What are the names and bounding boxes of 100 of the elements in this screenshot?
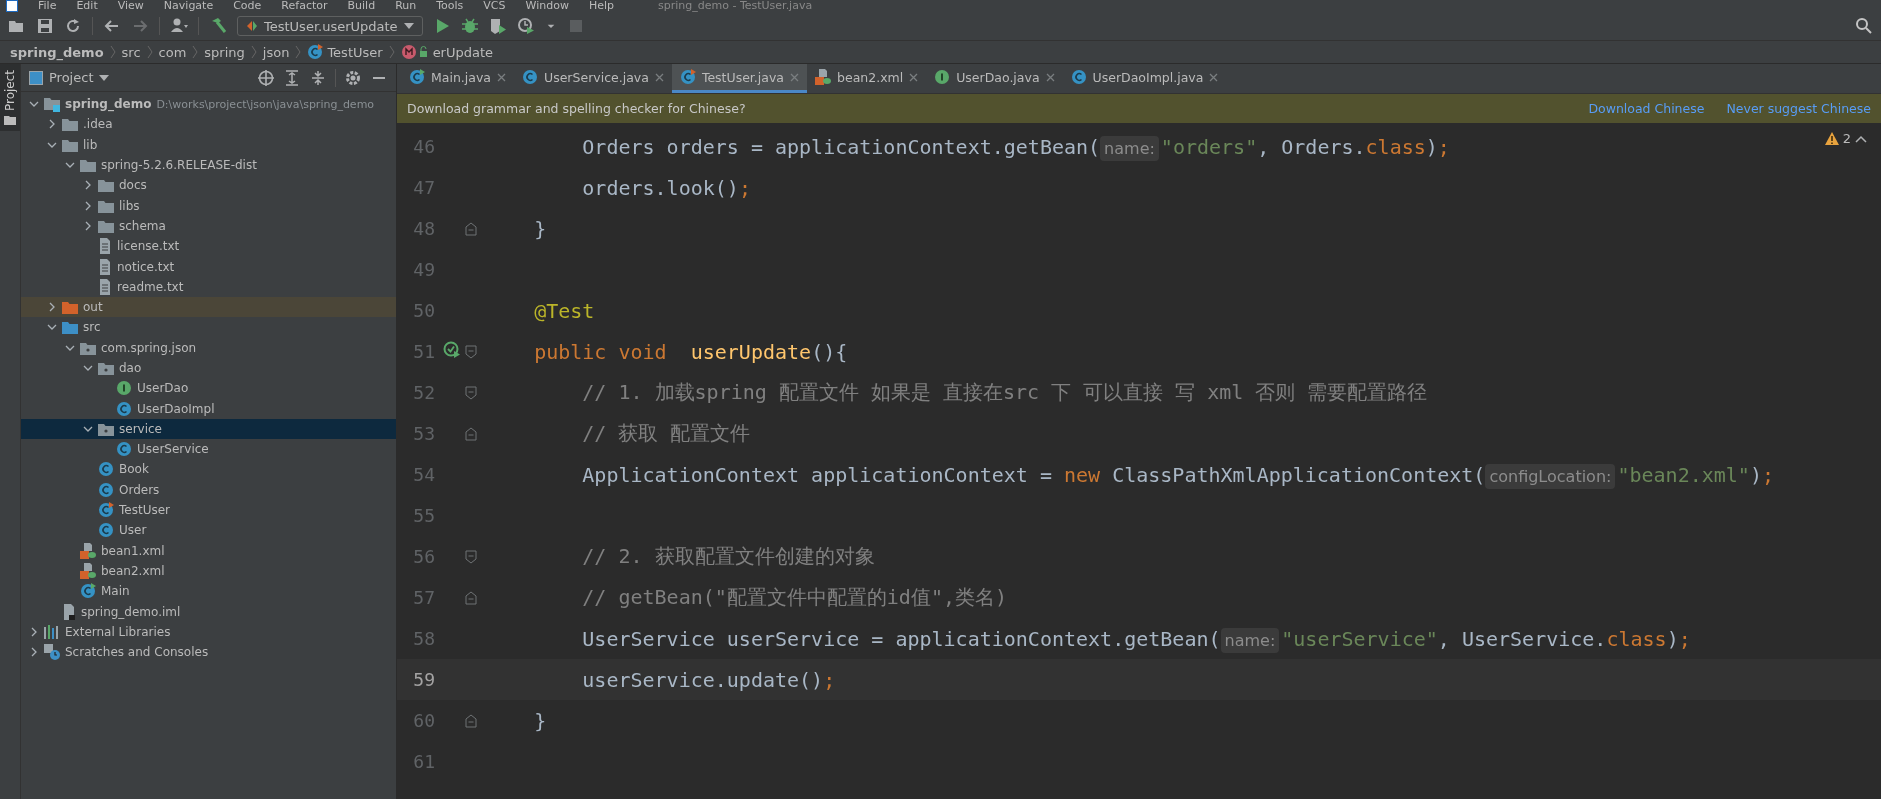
tree-item[interactable]: Orders — [21, 479, 396, 500]
settings-icon[interactable] — [344, 68, 362, 87]
tree-item[interactable]: spring-5.2.6.RELEASE-dist — [21, 154, 396, 176]
warning-count[interactable]: 2 — [1842, 131, 1851, 146]
close-icon[interactable] — [1045, 72, 1055, 82]
tree-item[interactable]: UserDaoImpl — [21, 398, 396, 419]
collapse-all-icon[interactable] — [309, 68, 327, 87]
caret-up-icon[interactable] — [1855, 134, 1867, 143]
breadcrumb[interactable]: TestUser — [307, 44, 383, 60]
tree-item[interactable]: lib — [21, 134, 396, 155]
expand-all-icon[interactable] — [283, 68, 301, 87]
breadcrumb[interactable]: spring — [204, 44, 245, 60]
tree-item[interactable]: bean1.xml — [21, 540, 396, 561]
close-icon[interactable] — [654, 72, 664, 82]
tree-item[interactable]: spring_demo D:\works\project\json\java\spring_demo — [21, 94, 396, 115]
fold-marker-icon[interactable] — [465, 385, 477, 400]
close-icon[interactable] — [1209, 72, 1219, 82]
save-icon[interactable] — [36, 17, 54, 35]
tree-item[interactable]: src — [21, 317, 396, 338]
editor-tab[interactable]: Main.java — [401, 64, 514, 93]
tree-item[interactable]: license.txt — [21, 236, 396, 257]
fold-marker-icon[interactable] — [465, 549, 477, 564]
tree-item[interactable]: UserDao — [21, 378, 396, 399]
chevron-right-icon[interactable] — [83, 220, 93, 231]
chevron-right-icon[interactable] — [47, 302, 57, 313]
close-icon[interactable] — [909, 72, 919, 82]
fold-marker-icon[interactable] — [465, 221, 477, 236]
tree-item[interactable]: spring_demo.iml — [21, 601, 396, 622]
project-tool-tab[interactable]: Project — [0, 64, 20, 132]
sync-icon[interactable] — [64, 17, 82, 35]
run-configuration-dropdown[interactable]: TestUser.userUpdate — [237, 16, 423, 36]
menu-item[interactable]: Help — [588, 0, 614, 12]
code-line: public void userUpdate(){ — [533, 339, 848, 364]
tree-item[interactable]: com.spring.json — [21, 337, 396, 358]
breadcrumb[interactable]: erUpdate — [400, 44, 494, 60]
fold-marker-icon[interactable] — [465, 590, 477, 605]
menu-item[interactable]: Edit — [76, 0, 98, 12]
menu-item[interactable]: Tools — [436, 0, 464, 12]
tree-item[interactable]: UserService — [21, 439, 396, 460]
breadcrumb[interactable]: json — [262, 44, 290, 60]
menu-item[interactable]: Refactor — [281, 0, 328, 12]
tree-item[interactable]: bean2.xml — [21, 560, 396, 582]
line-number: 47 — [412, 177, 435, 198]
profiler-icon[interactable] — [516, 17, 535, 35]
menu-item[interactable]: Run — [395, 0, 417, 12]
debug-icon[interactable] — [460, 17, 479, 35]
user-dropdown-icon[interactable] — [170, 17, 188, 35]
editor-tab[interactable]: UserService.java — [514, 64, 672, 93]
tree-item[interactable]: readme.txt — [21, 276, 396, 297]
tree-item[interactable]: TestUser — [21, 499, 396, 521]
tree-item[interactable]: Book — [21, 459, 396, 480]
fold-marker-icon[interactable] — [465, 713, 477, 728]
menu-item[interactable]: Navigate — [163, 0, 214, 12]
editor-tab[interactable]: TestUser.java — [671, 64, 807, 93]
tree-item[interactable]: Main — [21, 581, 396, 602]
tree-item[interactable]: dao — [21, 357, 396, 379]
close-icon[interactable] — [497, 72, 506, 82]
tree-item[interactable]: out — [21, 296, 396, 318]
coverage-icon[interactable] — [488, 17, 507, 35]
search-icon[interactable] — [1855, 17, 1873, 35]
editor-tab[interactable]: bean2.xml — [807, 64, 927, 93]
editor-tab[interactable]: UserDaoImpl.java — [1062, 64, 1227, 93]
locate-icon[interactable] — [257, 68, 275, 87]
xml-file-icon — [80, 542, 96, 559]
separator-chevron-icon — [192, 45, 199, 59]
tree-item[interactable]: schema — [21, 215, 396, 237]
tree-item[interactable]: docs — [21, 175, 396, 196]
line-number: 52 — [412, 382, 435, 403]
breadcrumb[interactable]: src — [121, 44, 141, 60]
notification-link[interactable]: Download Chinese — [1588, 101, 1705, 116]
chevron-right-icon[interactable] — [29, 647, 39, 658]
tree-item[interactable]: libs — [21, 195, 396, 216]
tree-item[interactable]: notice.txt — [21, 256, 396, 277]
tree-item[interactable]: User — [21, 520, 396, 541]
run-test-icon[interactable] — [443, 340, 461, 359]
chevron-down-icon[interactable] — [83, 363, 93, 373]
menu-item[interactable]: Code — [233, 0, 262, 12]
menu-item[interactable]: Build — [347, 0, 376, 12]
tree-item[interactable]: service — [21, 418, 396, 440]
tree-item[interactable]: External Libraries — [21, 621, 396, 642]
tree-item[interactable]: .idea — [21, 114, 396, 135]
notification-link[interactable]: Never suggest Chinese — [1726, 101, 1871, 116]
editor-tab[interactable]: UserDao.java — [926, 64, 1063, 93]
text-file-icon — [98, 278, 112, 295]
menu-item[interactable]: View — [117, 0, 144, 12]
fold-marker-icon[interactable] — [465, 344, 477, 359]
breadcrumb[interactable]: spring_demo — [10, 44, 104, 60]
chevron-right-icon[interactable] — [29, 626, 39, 637]
fold-marker-icon[interactable] — [465, 426, 477, 441]
chevron-right-icon[interactable] — [83, 200, 93, 211]
menu-item[interactable]: Window — [525, 0, 569, 12]
chevron-right-icon[interactable] — [47, 119, 57, 130]
chevron-right-icon[interactable] — [83, 180, 93, 191]
breadcrumb[interactable]: com — [158, 44, 187, 60]
warning-icon[interactable] — [1824, 132, 1839, 145]
menu-item[interactable]: VCS — [483, 0, 506, 12]
menu-item[interactable]: File — [38, 0, 57, 12]
tree-item[interactable]: Scratches and Consoles — [21, 642, 396, 663]
folder-icon — [62, 117, 78, 132]
project-view-selector[interactable]: Project — [29, 70, 110, 85]
